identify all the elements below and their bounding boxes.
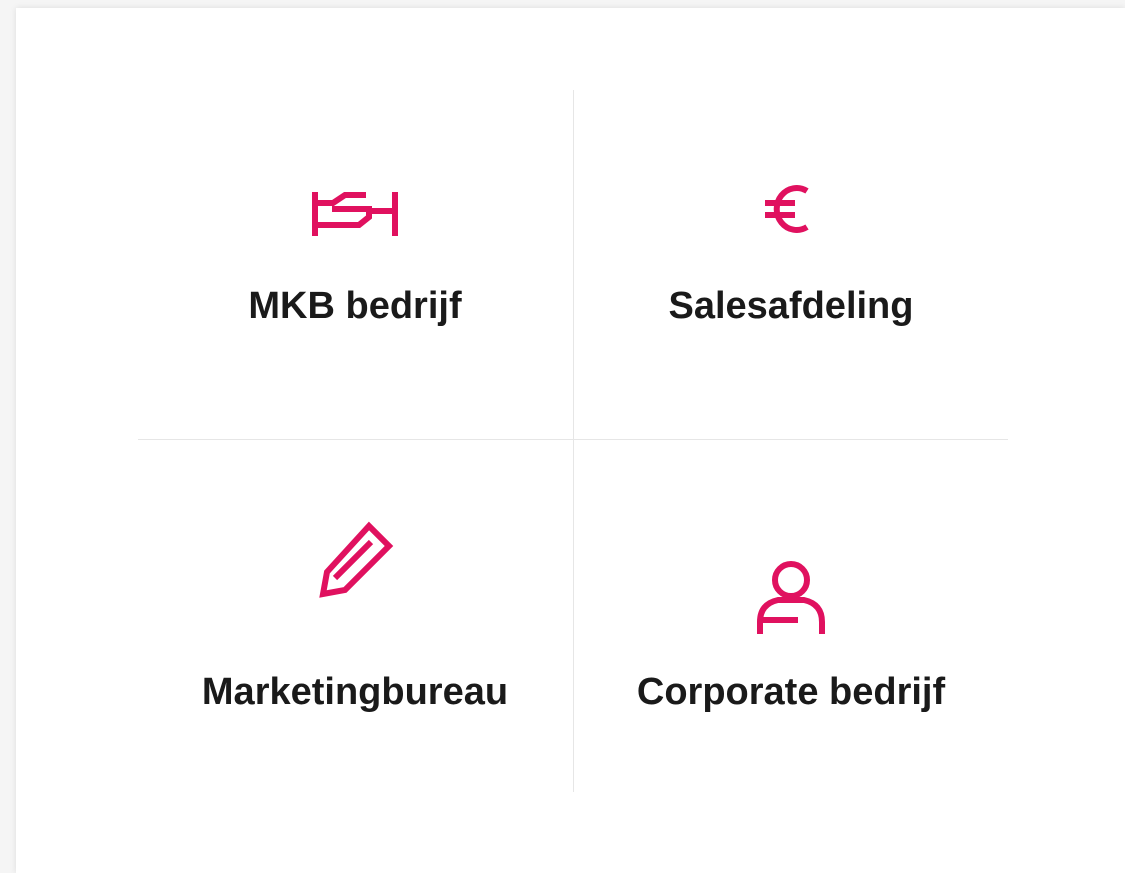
option-label: Marketingbureau [201, 671, 509, 713]
option-salesafdeling[interactable]: Salesafdeling [574, 99, 1008, 439]
option-marketingbureau[interactable]: Marketingbureau [138, 440, 572, 780]
euro-icon [765, 185, 809, 233]
option-label: MKB bedrijf [248, 285, 462, 327]
option-corporate-bedrijf[interactable]: Corporate bedrijf [574, 440, 1008, 780]
person-icon [757, 561, 825, 634]
company-type-card: MKB bedrijf Salesafdeling Marketingburea… [16, 8, 1125, 873]
option-label: Corporate bedrijf [636, 671, 946, 713]
option-label: Salesafdeling [668, 285, 914, 327]
pencil-icon [319, 521, 394, 598]
option-mkb-bedrijf[interactable]: MKB bedrijf [138, 99, 572, 439]
handshake-icon [312, 192, 398, 236]
